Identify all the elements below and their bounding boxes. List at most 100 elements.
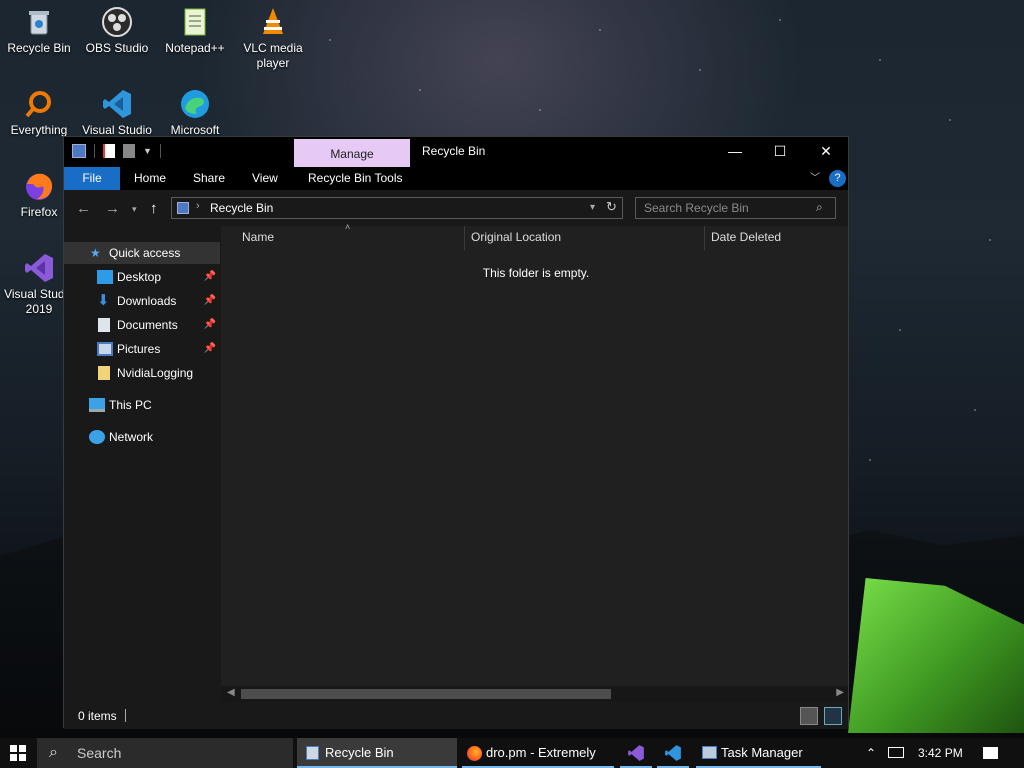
taskbar-item-task-manager[interactable]: Task Manager xyxy=(696,738,821,768)
desktop-icon-microsoft-edge[interactable]: Microsoft xyxy=(156,88,234,138)
pin-icon: 📌 xyxy=(203,319,216,330)
recent-locations-chevron-icon[interactable]: ▾ xyxy=(132,204,137,215)
pin-icon: 📌 xyxy=(203,271,216,282)
taskbar-item-label: dro.pm - Extremely S... xyxy=(486,745,596,760)
expand-ribbon-chevron-icon[interactable]: ﹀ xyxy=(810,167,820,190)
taskbar-item-label: Recycle Bin xyxy=(325,745,394,760)
desktop-icon-everything[interactable]: Everything xyxy=(0,88,78,138)
scroll-left-arrow-icon[interactable]: ◀ xyxy=(227,687,235,698)
customize-qat-chevron-icon[interactable]: ▼ xyxy=(143,146,152,156)
desktop-icon-obs-studio[interactable]: OBS Studio xyxy=(78,6,156,56)
edge-icon xyxy=(179,88,211,120)
desktop-icon-visual-studio-code[interactable]: Visual Studio xyxy=(78,88,156,138)
item-count: 0 items xyxy=(78,709,117,723)
tab-share[interactable]: Share xyxy=(193,167,225,190)
taskbar-search-text: Search xyxy=(77,745,122,761)
breadcrumb-recycle-bin[interactable]: Recycle Bin xyxy=(210,201,273,215)
forward-arrow-icon[interactable]: → xyxy=(105,200,120,217)
tab-file[interactable]: File xyxy=(64,167,120,190)
new-folder-icon[interactable] xyxy=(123,144,135,158)
network-status-icon[interactable] xyxy=(888,738,908,768)
help-icon[interactable]: ? xyxy=(829,170,846,187)
column-header-original-location[interactable]: Original Location xyxy=(471,230,561,244)
notepad-plus-plus-icon xyxy=(179,6,211,38)
network-icon xyxy=(89,430,105,444)
up-arrow-icon[interactable]: ↑ xyxy=(150,200,158,217)
taskbar-item-vscode[interactable] xyxy=(655,738,691,768)
breadcrumb-chevron-icon: › xyxy=(196,200,200,212)
tab-recycle-bin-tools[interactable]: Recycle Bin Tools xyxy=(308,167,403,190)
nav-label: Pictures xyxy=(117,342,161,356)
contextual-tab-manage[interactable]: Manage xyxy=(294,139,410,167)
pin-icon: 📌 xyxy=(203,343,216,354)
star-icon: ★ xyxy=(90,246,101,260)
close-button[interactable]: ✕ xyxy=(803,137,849,167)
empty-folder-message: This folder is empty. xyxy=(482,266,590,280)
quick-access-toolbar: ▼ xyxy=(72,144,161,158)
taskbar-item-visual-studio[interactable] xyxy=(618,738,654,768)
separator xyxy=(94,144,95,158)
search-icon: ⌕ xyxy=(49,744,58,761)
taskbar-item-firefox[interactable]: dro.pm - Extremely S... xyxy=(462,738,614,768)
clock[interactable]: 3:42 PM xyxy=(918,738,968,768)
desktop-folder-icon xyxy=(97,270,113,284)
recycle-bin-small-icon xyxy=(72,144,86,158)
visual-studio-icon xyxy=(628,745,644,761)
search-icon[interactable]: ⌕ xyxy=(816,200,823,215)
title-bar[interactable]: ▼ Manage Recycle Bin — ☐ ✕ xyxy=(64,137,848,167)
nav-network[interactable]: Network xyxy=(64,426,220,448)
address-dropdown-icon[interactable]: ▾ xyxy=(590,202,595,213)
monitor-shape xyxy=(888,747,904,758)
nav-downloads[interactable]: ⬇ Downloads 📌 xyxy=(64,290,220,312)
desktop-icon-recycle-bin[interactable]: Recycle Bin xyxy=(0,6,78,56)
scroll-right-arrow-icon[interactable]: ▶ xyxy=(836,687,844,698)
address-bar-row: ← → ▾ ↑ › Recycle Bin ▾ ↻ Search Recycle… xyxy=(64,190,848,226)
scrollbar-thumb[interactable] xyxy=(241,689,611,699)
horizontal-scrollbar[interactable]: ◀ ▶ xyxy=(221,686,848,702)
computer-icon xyxy=(89,398,105,412)
tab-home[interactable]: Home xyxy=(134,167,166,190)
nav-label: This PC xyxy=(109,398,152,412)
nav-documents[interactable]: Documents 📌 xyxy=(64,314,220,336)
maximize-button[interactable]: ☐ xyxy=(757,137,803,167)
desktop-icon-notepad-plus-plus[interactable]: Notepad++ xyxy=(156,6,234,56)
taskbar-item-label: Task Manager xyxy=(721,745,803,760)
nav-nvidialogging[interactable]: NvidiaLogging xyxy=(64,362,220,384)
nav-label: Quick access xyxy=(109,246,181,260)
column-header-date-deleted[interactable]: Date Deleted xyxy=(711,230,781,244)
back-arrow-icon[interactable]: ← xyxy=(76,200,91,217)
obs-studio-icon xyxy=(101,6,133,38)
nav-quick-access[interactable]: ★ Quick access xyxy=(64,242,220,264)
nav-pictures[interactable]: Pictures 📌 xyxy=(64,338,220,360)
show-hidden-icons-chevron-icon[interactable]: ⌃ xyxy=(866,738,880,768)
status-bar: 0 items xyxy=(64,703,848,729)
nav-desktop[interactable]: Desktop 📌 xyxy=(64,266,220,288)
file-list[interactable]: ˄ Name Original Location Date Deleted Th… xyxy=(221,222,848,702)
firefox-icon xyxy=(467,746,482,761)
desktop-icon-label: Notepad++ xyxy=(165,41,225,55)
nav-this-pc[interactable]: This PC xyxy=(64,394,220,416)
column-divider[interactable] xyxy=(704,226,705,250)
status-separator xyxy=(125,709,126,722)
recycle-bin-small-icon xyxy=(306,746,319,760)
taskbar-item-recycle-bin[interactable]: Recycle Bin xyxy=(297,738,457,768)
document-icon xyxy=(98,318,110,332)
large-icons-view-icon[interactable] xyxy=(824,707,842,725)
tab-view[interactable]: View xyxy=(252,167,278,190)
details-view-icon[interactable] xyxy=(800,707,818,725)
start-button[interactable] xyxy=(10,738,30,768)
notification-bubble xyxy=(983,747,998,759)
column-header-name[interactable]: Name xyxy=(242,230,274,244)
search-input[interactable]: Search Recycle Bin xyxy=(635,197,836,219)
pictures-icon xyxy=(97,342,113,356)
address-field[interactable]: › Recycle Bin ▾ ↻ xyxy=(171,197,623,219)
action-center-icon[interactable] xyxy=(983,738,1001,768)
visual-studio-icon xyxy=(23,252,55,284)
refresh-icon[interactable]: ↻ xyxy=(606,199,617,215)
column-divider[interactable] xyxy=(464,226,465,250)
minimize-button[interactable]: — xyxy=(712,137,758,167)
taskbar-search-box[interactable]: ⌕ Search xyxy=(37,738,293,768)
properties-icon[interactable] xyxy=(103,144,115,158)
vlc-cone-icon xyxy=(257,6,289,38)
desktop-icon-vlc[interactable]: VLC media player xyxy=(234,6,312,71)
